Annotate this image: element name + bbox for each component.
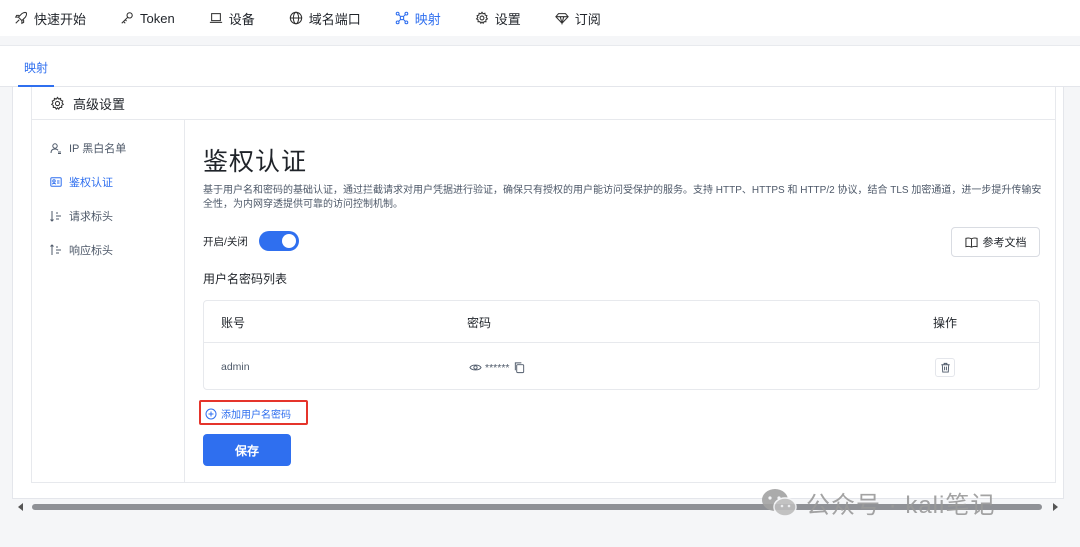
reference-docs-button[interactable]: 参考文档 — [951, 227, 1040, 257]
copy-icon[interactable] — [513, 361, 526, 374]
book-icon — [964, 237, 978, 248]
sidebar-item-label: IP 黑白名单 — [69, 143, 127, 155]
laptop-icon — [209, 13, 222, 23]
sidebar-item-auth[interactable]: 鉴权认证 — [50, 174, 113, 190]
sidebar-item-label: 鉴权认证 — [69, 177, 113, 189]
nav-mapping[interactable]: 映射 — [395, 9, 441, 28]
nav-label: Token — [140, 10, 175, 26]
user-list-icon — [50, 143, 61, 154]
settings-sidebar: IP 黑白名单 鉴权认证 请求标头 响应标头 — [32, 120, 185, 482]
delete-button[interactable] — [935, 358, 955, 377]
toggle-knob — [282, 234, 296, 248]
diamond-icon — [554, 13, 569, 25]
request-header-icon — [50, 211, 61, 222]
response-header-icon — [50, 244, 61, 255]
nav-label: 设置 — [494, 11, 521, 27]
page-title: 鉴权认证 — [203, 148, 308, 176]
nav-label: 快速开始 — [34, 11, 87, 27]
nav-label: 映射 — [414, 11, 441, 27]
network-icon — [395, 11, 409, 25]
tab-mapping[interactable]: 映射 — [24, 59, 48, 76]
column-actions: 操作 — [933, 316, 958, 330]
column-password: 密码 — [467, 316, 492, 330]
table-header: 账号 密码 操作 — [204, 301, 1039, 343]
auth-description: 基于用户名和密码的基础认证，通过拦截请求对用户凭据进行验证，确保只有授权的用户能… — [203, 185, 1042, 210]
watermark-text: 公众号 · kali笔记 — [806, 492, 996, 519]
nav-label: 订阅 — [574, 11, 601, 27]
card-title: 高级设置 — [73, 96, 126, 112]
nav-devices[interactable]: 设备 — [209, 9, 255, 28]
credential-list-title: 用户名密码列表 — [203, 272, 288, 286]
advanced-settings-card: 高级设置 IP 黑白名单 鉴权认证 请求标头 响应标头 鉴权认证 基于用户名和密… — [31, 87, 1056, 483]
column-account: 账号 — [221, 316, 246, 330]
credential-table: 账号 密码 操作 admin ****** — [203, 300, 1040, 390]
table-row: admin ****** — [204, 344, 1039, 390]
card-header: 高级设置 — [32, 87, 1055, 120]
auth-content: 鉴权认证 基于用户名和密码的基础认证，通过拦截请求对用户凭据进行验证，确保只有授… — [186, 120, 1056, 482]
scroll-right-arrow-icon[interactable] — [1053, 503, 1058, 511]
reference-docs-label: 参考文档 — [982, 237, 1027, 249]
sub-tabs: 映射 — [0, 45, 1080, 87]
nav-domain-port[interactable]: 域名端口 — [289, 9, 361, 28]
sidebar-item-request-headers[interactable]: 请求标头 — [50, 208, 113, 224]
auth-toggle-switch[interactable] — [259, 231, 299, 251]
password-value: ****** — [485, 361, 510, 374]
toggle-label: 开启/关闭 — [203, 236, 248, 248]
trash-icon — [940, 362, 950, 373]
scroll-left-arrow-icon[interactable] — [18, 503, 23, 511]
sidebar-item-ip-list[interactable]: IP 黑白名单 — [50, 140, 126, 156]
nav-settings[interactable]: 设置 — [475, 9, 521, 28]
globe-icon — [289, 11, 302, 25]
sidebar-item-label: 响应标头 — [69, 245, 113, 257]
sidebar-item-label: 请求标头 — [69, 211, 113, 223]
wechat-icon — [762, 488, 797, 517]
nav-label: 域名端口 — [308, 11, 361, 27]
account-cell: admin — [221, 361, 250, 373]
rocket-icon — [14, 12, 27, 25]
nav-subscription[interactable]: 订阅 — [554, 9, 601, 28]
save-button[interactable]: 保存 — [203, 434, 291, 466]
nav-label: 设备 — [228, 11, 255, 27]
id-card-icon — [50, 177, 62, 187]
nav-quick-start[interactable]: 快速开始 — [14, 9, 86, 28]
eye-icon[interactable] — [469, 361, 482, 374]
nav-token[interactable]: Token — [120, 11, 175, 26]
password-cell: ****** — [469, 361, 526, 374]
sidebar-item-response-headers[interactable]: 响应标头 — [50, 242, 113, 258]
highlight-box — [199, 400, 308, 425]
key-icon — [121, 12, 133, 24]
gear-icon — [50, 96, 65, 110]
top-nav: 快速开始 Token 设备 域名端口 映射 设置 订阅 — [0, 0, 1080, 36]
watermark: 公众号 · kali笔记 — [760, 485, 995, 520]
gear-icon — [475, 11, 488, 25]
